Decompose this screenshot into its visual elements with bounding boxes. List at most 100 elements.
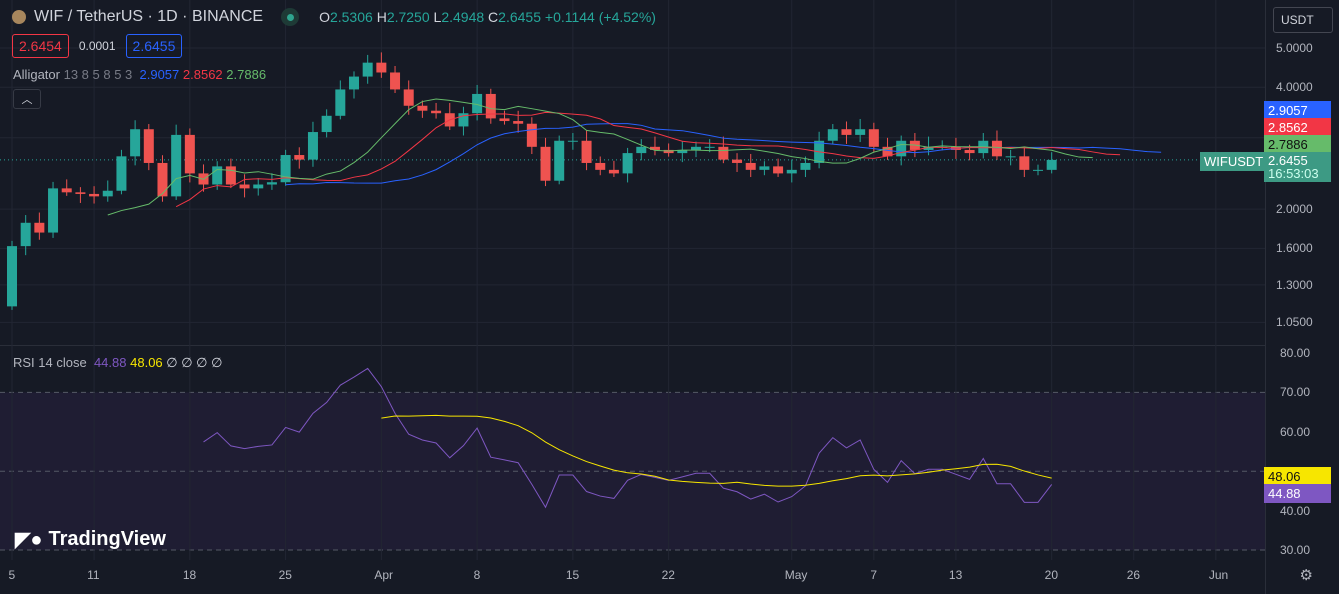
date-tick: Jun xyxy=(1208,568,1229,582)
candle-up xyxy=(335,89,346,116)
candle-up xyxy=(362,62,373,77)
candle-down xyxy=(294,155,305,160)
candle-up xyxy=(622,153,633,174)
candle-down xyxy=(841,129,852,135)
rsi-tick: 80.00 xyxy=(1280,346,1311,360)
candle-up xyxy=(321,115,332,133)
candle-down xyxy=(718,146,729,160)
candle-down xyxy=(608,169,619,174)
price-tick: 2.0000 xyxy=(1276,202,1313,217)
candle-up xyxy=(691,146,701,150)
date-tick: 22 xyxy=(661,568,675,582)
candle-down xyxy=(499,118,510,122)
chart-canvas[interactable] xyxy=(0,0,1339,594)
candle-up xyxy=(786,169,797,174)
candle-down xyxy=(964,149,975,154)
date-tick: 13 xyxy=(948,568,963,582)
currency-select[interactable]: USDT xyxy=(1273,7,1333,33)
candle-down xyxy=(581,140,592,163)
candle-up xyxy=(349,76,359,90)
candle-up xyxy=(116,156,127,191)
date-tick: 18 xyxy=(182,568,197,582)
candle-down xyxy=(417,105,428,111)
date-tick: 15 xyxy=(565,568,580,582)
date-tick: May xyxy=(784,568,808,582)
price-tick: 5.0000 xyxy=(1276,41,1313,55)
date-tick: 20 xyxy=(1044,568,1059,582)
bid-ask-row: 2.6454 0.0001 2.6455 xyxy=(12,34,183,58)
candle-down xyxy=(868,129,879,147)
candle-down xyxy=(1019,156,1030,170)
tv-logo-icon: ◤● xyxy=(15,529,43,551)
candle-down xyxy=(403,89,414,106)
candle-up xyxy=(759,166,770,170)
candle-up xyxy=(1033,169,1043,171)
spread: 0.0001 xyxy=(78,39,116,53)
date-tick: 7 xyxy=(870,568,878,582)
candle-down xyxy=(390,72,401,90)
candle-down xyxy=(513,121,524,124)
date-tick: 5 xyxy=(8,568,16,582)
candle-up xyxy=(800,162,811,170)
candle-up xyxy=(636,146,647,154)
date-tick: 11 xyxy=(87,568,100,582)
candle-down xyxy=(773,166,784,174)
candle-down xyxy=(991,140,1002,157)
candle-down xyxy=(376,62,387,73)
candle-up xyxy=(102,190,113,197)
candle-up xyxy=(171,134,182,197)
candle-down xyxy=(89,193,100,197)
rsi-value-label: 44.88 xyxy=(1264,484,1331,503)
alligator-legend[interactable]: Alligator 13 8 5 8 5 3 2.9057 2.8562 2.7… xyxy=(13,67,266,82)
candle-down xyxy=(431,110,442,114)
symbol-price-tag: WIFUSDT xyxy=(1200,152,1264,171)
candle-up xyxy=(896,140,907,157)
price-tick: 1.0500 xyxy=(1276,315,1313,330)
candle-up xyxy=(1005,156,1016,158)
candle-up xyxy=(1046,159,1057,170)
candle-down xyxy=(61,188,72,193)
price-axis-border xyxy=(1265,0,1266,594)
settings-gear-icon[interactable]: ⚙ xyxy=(1300,566,1313,584)
candle-up xyxy=(130,129,141,157)
candle-down xyxy=(540,146,551,181)
rsi-tick: 60.00 xyxy=(1280,424,1311,439)
candle-down xyxy=(143,129,154,163)
candle-up xyxy=(567,140,578,142)
candle-up xyxy=(7,246,17,307)
buy-button[interactable]: 2.6455 xyxy=(125,34,183,58)
candle-up xyxy=(253,184,264,189)
candle-down xyxy=(225,166,236,185)
candle-down xyxy=(485,93,496,119)
rsi-legend[interactable]: RSI 14 close 44.88 48.06 ∅ ∅ ∅ ∅ xyxy=(13,355,222,371)
candle-up xyxy=(855,129,866,135)
price-tick: 1.6000 xyxy=(1276,241,1313,256)
candle-up xyxy=(827,129,838,141)
collapse-legend-button[interactable]: ︿ xyxy=(13,89,41,109)
rsi-tick: 30.00 xyxy=(1280,543,1311,557)
coin-logo-icon xyxy=(12,10,26,24)
candle-down xyxy=(34,222,45,233)
date-tick: 26 xyxy=(1126,568,1141,582)
symbol-title[interactable]: WIF / TetherUS · 1D · BINANCE xyxy=(34,8,263,26)
price-tick: 1.3000 xyxy=(1276,277,1313,292)
candle-down xyxy=(75,192,86,194)
candle-down xyxy=(526,123,537,147)
rsi-tick: 40.00 xyxy=(1280,503,1311,518)
candle-up xyxy=(20,222,31,247)
candle-down xyxy=(745,162,756,170)
symbol-header: WIF / TetherUS · 1D · BINANCE O2.5306 H2… xyxy=(12,8,656,26)
candle-down xyxy=(239,184,250,189)
last-price-label: 2.6455 16:53:03 xyxy=(1264,152,1331,182)
ohlc-readout: O2.5306 H2.7250 L2.4948 C2.6455 +0.1144 … xyxy=(319,9,656,25)
candle-down xyxy=(595,162,606,170)
candle-up xyxy=(704,146,715,148)
candle-down xyxy=(732,159,743,163)
date-tick: 8 xyxy=(473,568,481,582)
date-tick: Apr xyxy=(374,568,394,582)
sell-button[interactable]: 2.6454 xyxy=(12,34,69,58)
price-tick: 4.0000 xyxy=(1276,80,1313,95)
tradingview-logo[interactable]: ◤● TradingView xyxy=(15,527,166,552)
date-tick: 25 xyxy=(278,568,292,582)
rsi-tick: 70.00 xyxy=(1280,385,1311,400)
